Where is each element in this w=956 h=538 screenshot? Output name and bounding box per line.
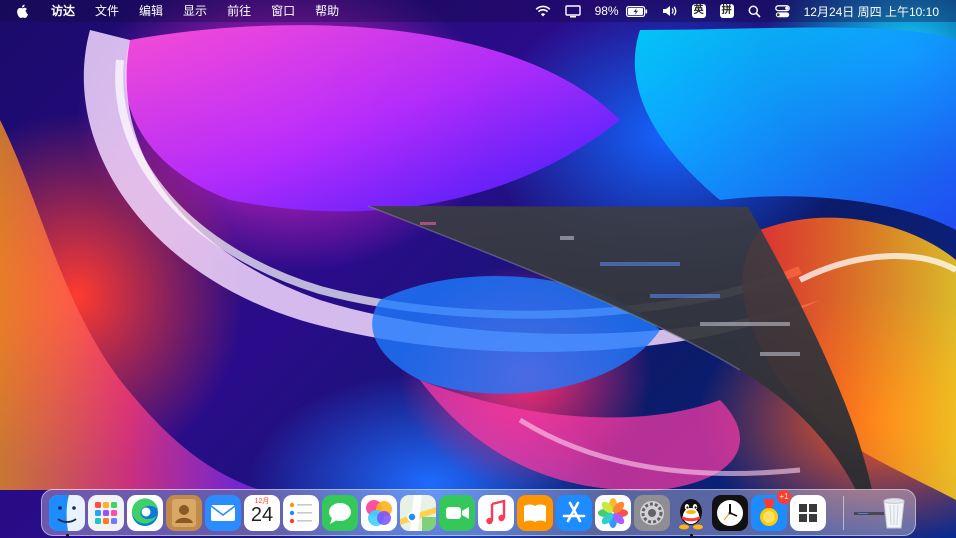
books-icon <box>517 495 553 531</box>
dock-divider <box>843 496 844 530</box>
contacts-icon <box>166 495 202 531</box>
menu-bar: 访达 文件 编辑 显示 前往 窗口 帮助 98% 英 拼 12月24日 周四 上… <box>0 0 956 22</box>
launchpad-icon <box>88 495 124 531</box>
qq-icon <box>679 499 703 530</box>
apple-menu-icon[interactable] <box>13 0 31 22</box>
reminders-icon <box>283 495 319 531</box>
dock-windows[interactable] <box>790 495 826 531</box>
dock-app-store[interactable] <box>556 495 592 531</box>
wallpaper-swooshes <box>0 25 956 500</box>
windows-icon <box>790 495 826 531</box>
dock-trash[interactable] <box>876 495 912 531</box>
menu-help[interactable]: 帮助 <box>305 0 349 22</box>
control-center-icon[interactable] <box>768 0 797 22</box>
edge-icon <box>127 495 163 531</box>
dock-books[interactable] <box>517 495 553 531</box>
dock-qq[interactable] <box>673 495 709 531</box>
input-method-en-icon: 英 <box>691 4 706 18</box>
menu-go[interactable]: 前往 <box>217 0 261 22</box>
dock-launchpad[interactable] <box>88 495 124 531</box>
game-center-icon <box>361 495 397 531</box>
menu-app-name[interactable]: 访达 <box>41 0 85 22</box>
app-store-icon <box>556 495 592 531</box>
dock-reminders[interactable] <box>283 495 319 531</box>
wifi-icon[interactable] <box>528 0 558 22</box>
dock-clock[interactable] <box>712 495 748 531</box>
qq-running-indicator <box>690 534 693 537</box>
clock-icon <box>712 495 748 531</box>
input-method-pinyin[interactable]: 拼 <box>713 0 741 22</box>
menu-file[interactable]: 文件 <box>85 0 129 22</box>
dock-medal[interactable]: +1 <box>751 490 791 531</box>
finder-running-indicator <box>66 534 69 537</box>
dock-music[interactable] <box>478 495 514 531</box>
dock-maps[interactable] <box>400 495 436 531</box>
menu-edit[interactable]: 编辑 <box>129 0 173 22</box>
spotlight-search-icon[interactable] <box>741 0 768 22</box>
calendar-day: 24 <box>250 504 274 526</box>
facetime-icon <box>439 495 475 531</box>
system-preferences-icon <box>634 495 670 531</box>
finder-icon <box>49 495 85 531</box>
dock-game-center[interactable] <box>361 495 397 531</box>
dock-photos[interactable] <box>595 495 631 531</box>
dock-mail[interactable] <box>205 495 241 531</box>
display-icon[interactable] <box>558 0 588 22</box>
menu-window[interactable]: 窗口 <box>261 0 305 22</box>
dock-calendar[interactable]: 12月 24 <box>244 495 280 531</box>
dock-finder[interactable] <box>49 495 85 531</box>
dock-contacts[interactable] <box>166 495 202 531</box>
volume-icon[interactable] <box>655 0 685 22</box>
dock-edge[interactable] <box>127 495 163 531</box>
mail-icon <box>205 495 241 531</box>
music-icon <box>478 495 514 531</box>
dock: 12月 24 +1 <box>41 489 916 537</box>
input-method-pinyin-icon: 拼 <box>719 4 734 18</box>
photos-icon <box>595 495 631 531</box>
medal-badge: +1 <box>777 490 791 504</box>
maps-icon <box>400 495 436 531</box>
messages-icon <box>322 495 358 531</box>
dock-facetime[interactable] <box>439 495 475 531</box>
battery-percent: 98% <box>594 4 619 18</box>
menubar-clock[interactable]: 12月24日 周四 上午10:10 <box>797 0 946 22</box>
trash-icon <box>883 498 905 529</box>
menu-view[interactable]: 显示 <box>173 0 217 22</box>
input-method-en[interactable]: 英 <box>685 0 713 22</box>
dock-messages[interactable] <box>322 495 358 531</box>
desktop-wallpaper <box>0 0 956 538</box>
dock-system-preferences[interactable] <box>634 495 670 531</box>
battery-icon[interactable] <box>625 0 655 22</box>
